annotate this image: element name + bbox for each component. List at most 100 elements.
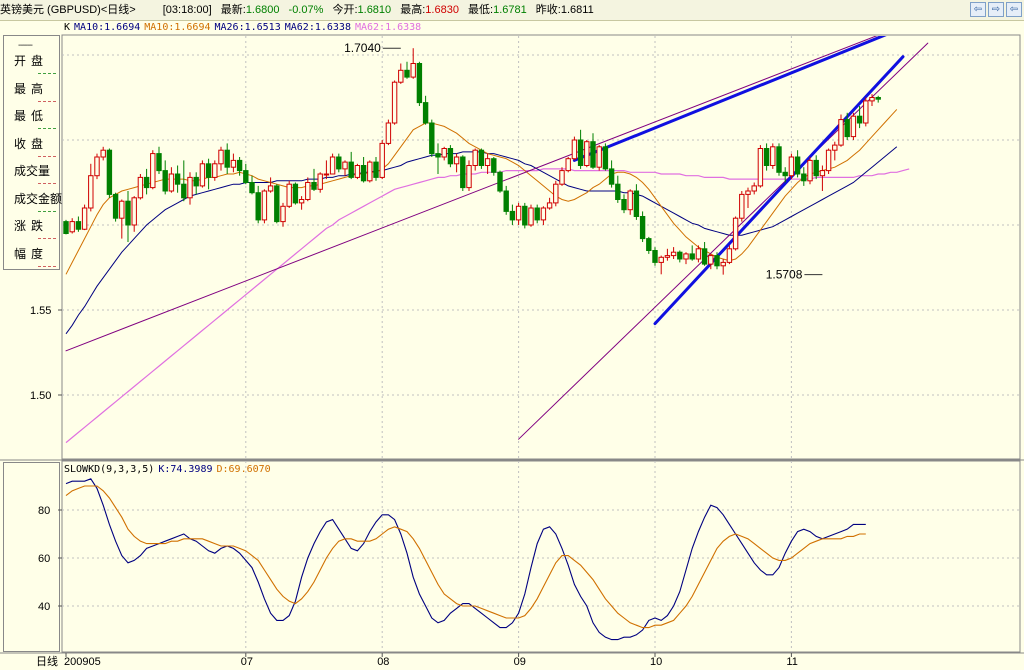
candle-body <box>484 158 491 166</box>
candle-body <box>162 170 168 192</box>
candle <box>317 172 323 193</box>
candle-body <box>497 171 503 192</box>
candle-body <box>168 173 175 192</box>
candle-body <box>416 63 423 104</box>
candle <box>770 143 776 169</box>
candle <box>478 148 485 169</box>
candle <box>243 163 249 185</box>
candle <box>280 202 286 227</box>
candle-body <box>317 173 323 190</box>
candle-body <box>255 192 261 221</box>
candle-body <box>608 168 615 185</box>
candle <box>218 146 224 171</box>
candle-body <box>286 183 292 207</box>
candle <box>751 182 757 195</box>
candle-body <box>298 199 305 204</box>
candle-body <box>794 156 801 175</box>
x-axis-label: 09 <box>514 656 526 668</box>
x-axis-label: 200905 <box>64 656 101 668</box>
candle <box>174 165 181 193</box>
candle <box>832 141 838 161</box>
candle-body <box>770 146 776 167</box>
candle-body <box>639 216 646 240</box>
candle <box>410 48 416 79</box>
x-axis-label: 10 <box>650 656 662 668</box>
candle-body <box>472 149 478 166</box>
candle <box>615 175 621 203</box>
candle-body <box>813 159 819 177</box>
candle <box>453 153 460 173</box>
candle <box>329 153 336 175</box>
candle <box>509 204 516 225</box>
candle <box>856 106 863 129</box>
candle <box>819 165 826 191</box>
candle <box>646 236 652 254</box>
candle <box>472 148 478 171</box>
candle-body <box>559 170 565 185</box>
candle <box>354 163 361 180</box>
candle <box>621 194 627 214</box>
candle <box>639 211 646 242</box>
kd-panel-frame <box>61 460 1021 653</box>
candle <box>677 250 683 263</box>
candle-body <box>670 251 677 257</box>
price-chart: 1.50 1.55 40 60 80 1.7040 1.5708 日线 200905 07 08 09… <box>0 34 1024 668</box>
candle-body <box>193 176 199 187</box>
candle <box>63 219 69 235</box>
candle-body <box>205 163 212 178</box>
candle <box>435 143 441 174</box>
candle <box>559 167 565 186</box>
candle-body <box>404 69 410 78</box>
candle-body <box>478 149 485 166</box>
x-axis-label: 11 <box>786 656 797 668</box>
candle-body <box>100 149 106 158</box>
candle-body <box>528 207 534 226</box>
candle-body <box>429 122 435 155</box>
candle <box>348 151 354 180</box>
candle-body <box>720 261 726 267</box>
candle <box>726 245 733 265</box>
candle <box>689 245 695 261</box>
candle-body <box>336 156 342 170</box>
candle-body <box>621 199 627 211</box>
extreme-price-label: 1.5708 <box>766 268 803 282</box>
candle-body <box>652 250 658 263</box>
candle-body <box>832 144 838 151</box>
candle <box>683 252 689 265</box>
kd-tick-label: 80 <box>38 505 50 517</box>
candle <box>670 247 677 259</box>
candle <box>230 153 237 173</box>
candle <box>460 155 466 191</box>
candle <box>81 204 88 231</box>
candle <box>193 172 199 195</box>
candle <box>336 153 342 173</box>
candle-body <box>199 163 206 187</box>
candle <box>739 191 745 222</box>
candle-body <box>360 165 367 182</box>
candle <box>546 197 553 210</box>
candle-body <box>590 141 596 168</box>
candle-body <box>695 248 702 260</box>
candle-body <box>218 149 224 165</box>
ma62-line <box>65 168 910 444</box>
candle-body <box>819 170 826 177</box>
candle-body <box>280 205 286 223</box>
candle <box>385 119 392 146</box>
candle <box>801 167 807 186</box>
candle-body <box>466 165 472 189</box>
candle-body <box>292 183 299 204</box>
candle-body <box>181 183 187 199</box>
candle-body <box>844 119 850 138</box>
kd-tick-label: 60 <box>38 553 50 565</box>
candle <box>156 146 162 174</box>
candle-body <box>801 173 807 182</box>
candle <box>863 97 869 127</box>
candle-body <box>75 221 82 230</box>
candle-body <box>763 148 770 166</box>
candle-body <box>677 251 683 260</box>
candle <box>125 191 131 242</box>
candle <box>323 160 330 180</box>
candle <box>602 143 609 171</box>
candle-body <box>751 185 757 192</box>
candle-body <box>274 185 280 223</box>
